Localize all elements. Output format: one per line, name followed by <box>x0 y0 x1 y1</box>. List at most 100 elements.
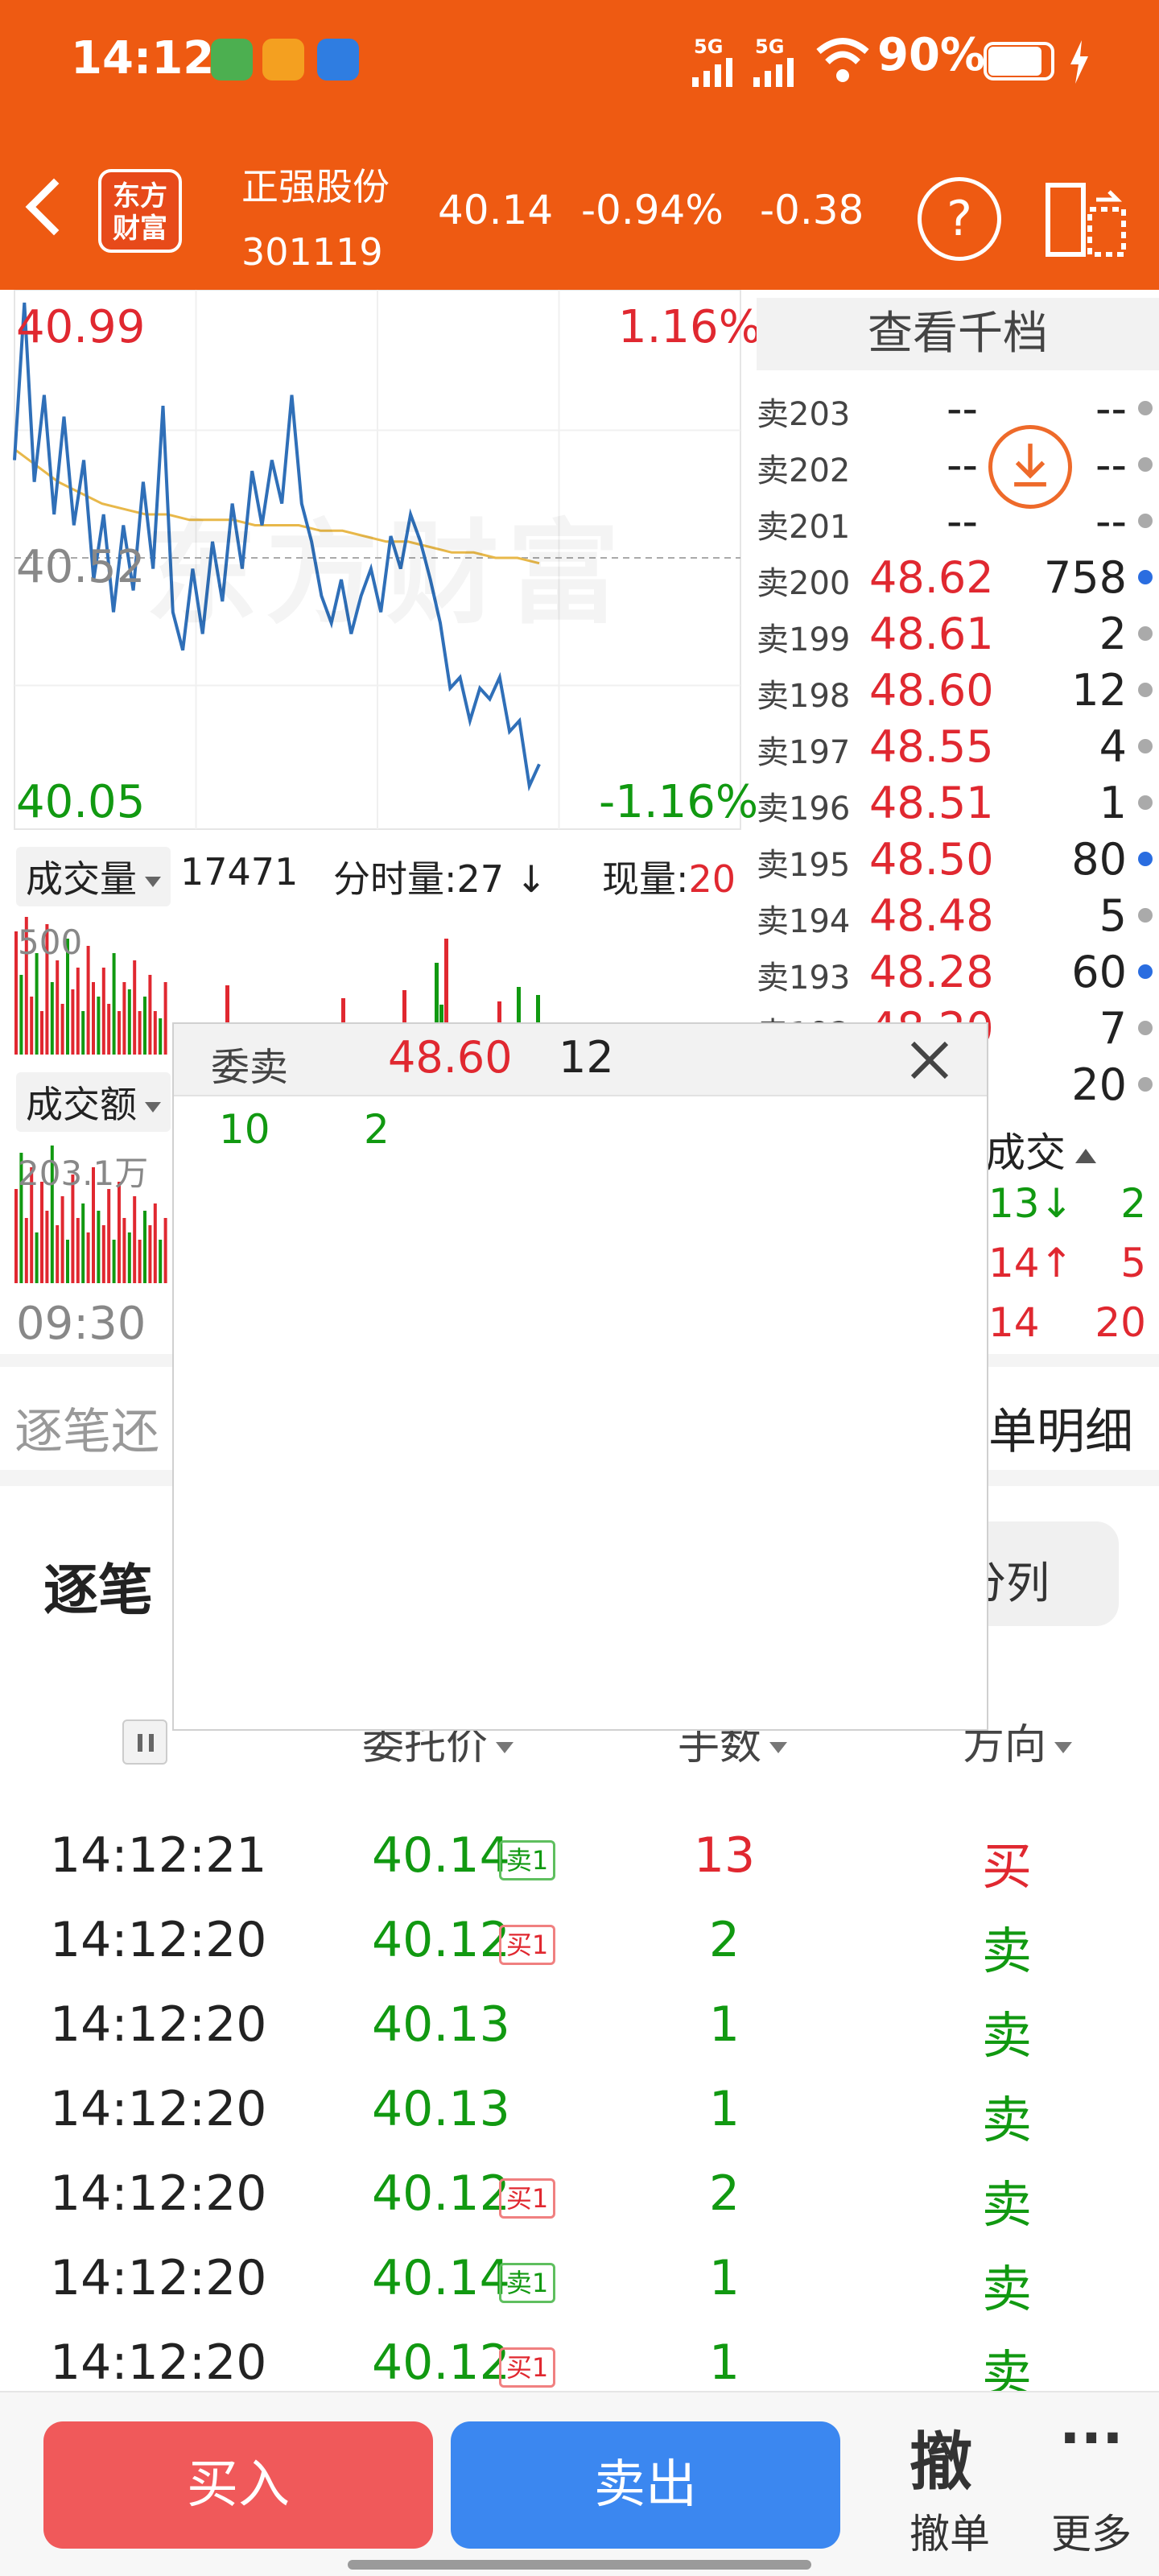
trade-qty: 2 <box>708 1912 740 1968</box>
level-dot-icon <box>1138 401 1153 415</box>
tab-order-restore[interactable]: 逐笔还 <box>14 1393 159 1463</box>
deal-qty: 2 <box>1120 1180 1146 1227</box>
popup-title: 委卖 <box>211 1045 289 1090</box>
trade-direction: 买 <box>982 1837 1033 1896</box>
deal-price: 14↑ <box>988 1240 1074 1286</box>
order-book-row[interactable]: 卖199 48.61 2 <box>757 605 1159 662</box>
buy-button[interactable]: 买入 <box>43 2421 433 2549</box>
deal-price: 14 <box>988 1299 1040 1346</box>
trade-qty: 1 <box>708 2081 740 2137</box>
chart-high-pct: 1.16% <box>618 301 761 353</box>
level-label: 卖196 <box>757 791 851 828</box>
trade-row[interactable]: 14:12:20 40.13 1 卖 <box>0 1980 1159 2066</box>
level-qty: -- <box>1095 440 1127 490</box>
deals-header: 成交 <box>985 1121 1096 1179</box>
dropdown-triangle-icon <box>145 1102 161 1113</box>
deal-qty: 20 <box>1095 1299 1146 1346</box>
popup-price: 48.60 <box>388 1032 513 1083</box>
level-dot-icon <box>1138 964 1153 979</box>
level-qty: 758 <box>1043 552 1127 603</box>
tab-order-detail[interactable]: 单明细 <box>988 1393 1133 1463</box>
trade-row[interactable]: 14:12:20 40.13 1 卖 <box>0 2065 1159 2150</box>
more-label[interactable]: 更多 <box>1051 2502 1132 2560</box>
change-amount: -0.38 <box>760 187 864 233</box>
level-dot-icon <box>1138 570 1153 584</box>
signal-icon-2 <box>753 58 794 87</box>
level-dot-icon <box>1138 795 1153 810</box>
amount-selector[interactable]: 成交额 <box>16 1072 171 1132</box>
battery-percent: 90% <box>877 29 986 81</box>
back-chevron-icon[interactable] <box>25 178 83 236</box>
home-app-icon <box>211 39 253 80</box>
trade-time: 14:12:20 <box>50 2334 267 2391</box>
level-label: 卖193 <box>757 960 851 997</box>
cancel-order-icon[interactable]: 撤 <box>909 2412 972 2502</box>
level-qty: -- <box>1095 383 1127 434</box>
trade-level-badge: 买1 <box>499 1925 555 1965</box>
trade-price: 40.13 <box>372 1996 510 2053</box>
order-book-row[interactable]: 卖202 -- -- <box>757 436 1159 493</box>
cancel-order-label[interactable]: 撤单 <box>909 2502 990 2560</box>
level-price: -- <box>947 496 978 547</box>
wifi-icon <box>816 38 869 82</box>
trade-row[interactable]: 14:12:21 40.14 卖1 13 买 <box>0 1811 1159 1897</box>
chart-mid-label: 40.52 <box>16 541 146 593</box>
order-book-row[interactable]: 卖193 48.28 60 <box>757 943 1159 1000</box>
volume-selector[interactable]: 成交量 <box>16 847 171 906</box>
order-book-row[interactable]: 卖200 48.62 758 <box>757 549 1159 605</box>
chart-low-label: 40.05 <box>16 776 146 828</box>
popup-entry: 2 <box>364 1106 390 1153</box>
broadcast-app-icon <box>317 39 359 80</box>
order-book-row[interactable]: 卖198 48.60 12 <box>757 662 1159 718</box>
level-qty: 7 <box>1099 1003 1127 1054</box>
more-dots-icon[interactable]: ··· <box>1059 2405 1124 2471</box>
trade-price: 40.12 <box>372 1912 510 1968</box>
order-book-row[interactable]: 卖201 -- -- <box>757 493 1159 549</box>
order-book-row[interactable]: 卖194 48.48 5 <box>757 887 1159 943</box>
charging-bolt-icon <box>1070 40 1088 84</box>
change-percent: -0.94% <box>581 187 724 233</box>
trade-row[interactable]: 14:12:20 40.12 买1 2 卖 <box>0 1896 1159 1981</box>
trade-price: 40.12 <box>372 2165 510 2222</box>
level-dot-icon <box>1138 852 1153 866</box>
order-book-row[interactable]: 卖195 48.50 80 <box>757 831 1159 887</box>
close-icon[interactable] <box>909 1040 950 1080</box>
level-dot-icon <box>1138 626 1153 641</box>
pause-icon[interactable] <box>122 1719 167 1765</box>
trade-time: 14:12:21 <box>50 1827 267 1884</box>
level-price: 48.61 <box>869 609 994 659</box>
level-label: 卖202 <box>757 452 851 489</box>
level-label: 卖199 <box>757 621 851 658</box>
level-price: 48.28 <box>869 947 994 997</box>
sort-up-icon <box>1075 1148 1096 1163</box>
trade-direction: 卖 <box>982 2006 1033 2065</box>
level-price: 48.55 <box>869 721 994 772</box>
trade-qty: 2 <box>708 2165 740 2222</box>
trade-price: 40.14 <box>372 1827 510 1884</box>
top-header: 14:12 5G 5G 90% 东方 财富 正强股份 301119 40.14 … <box>0 0 1159 290</box>
split-layout-icon[interactable] <box>1045 177 1128 261</box>
level-label: 卖195 <box>757 847 851 884</box>
level-price: 48.62 <box>869 552 994 603</box>
battery-fill <box>988 47 1041 76</box>
level-qty: 60 <box>1071 947 1127 997</box>
view-thousand-levels-button[interactable]: 查看千档 <box>757 298 1159 370</box>
trade-direction: 卖 <box>982 2091 1033 2149</box>
order-book-row[interactable]: 卖196 48.51 1 <box>757 774 1159 831</box>
deal-price: 13↓ <box>988 1180 1074 1227</box>
order-book-row[interactable]: 卖203 -- -- <box>757 380 1159 436</box>
trade-row[interactable]: 14:12:20 40.12 买1 2 卖 <box>0 2149 1159 2235</box>
trade-direction: 卖 <box>982 2260 1033 2318</box>
bottom-action-bar: 买入 卖出 撤 撤单 ··· 更多 <box>0 2391 1159 2576</box>
trade-row[interactable]: 14:12:20 40.14 卖1 1 卖 <box>0 2234 1159 2319</box>
help-question-icon[interactable]: ? <box>918 177 1001 261</box>
eastmoney-logo: 东方 财富 <box>98 169 182 253</box>
sell-button[interactable]: 卖出 <box>451 2421 840 2549</box>
download-icon[interactable] <box>988 425 1072 509</box>
trade-price: 40.14 <box>372 2250 510 2306</box>
level-price: 48.48 <box>869 890 994 941</box>
time-start-label: 09:30 <box>16 1298 146 1350</box>
pending-sell-popup: 委卖 48.60 12 10 2 <box>172 1022 988 1731</box>
level-qty: 80 <box>1071 834 1127 885</box>
order-book-row[interactable]: 卖197 48.55 4 <box>757 718 1159 774</box>
